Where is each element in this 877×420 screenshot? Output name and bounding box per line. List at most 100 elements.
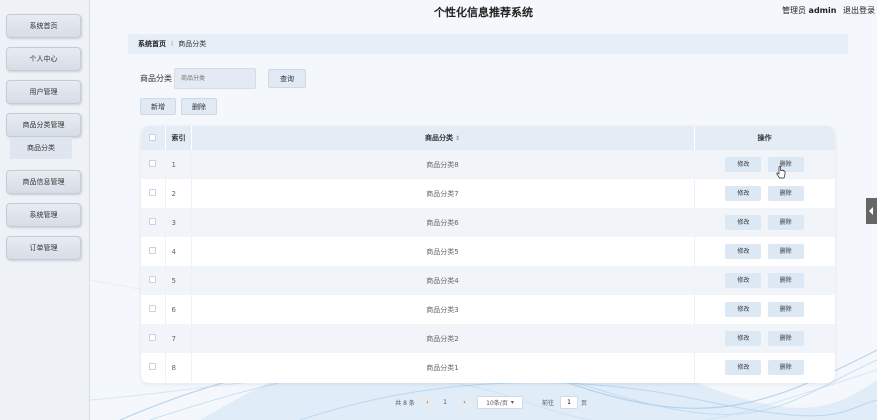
row-actions: 修改 删除 <box>694 295 835 324</box>
sidebar-item-category-management[interactable]: 商品分类管理 <box>6 113 81 137</box>
add-button[interactable]: 新增 <box>140 98 176 115</box>
edit-button[interactable]: 修改 <box>725 215 762 230</box>
chevron-left-icon: ‹ <box>426 399 429 406</box>
search-label: 商品分类 <box>140 74 172 83</box>
edit-button[interactable]: 修改 <box>725 157 762 172</box>
search-button[interactable]: 查询 <box>268 69 306 88</box>
row-actions: 修改 删除 <box>694 237 835 266</box>
row-index: 1 <box>165 150 192 179</box>
header-category-label: 商品分类 <box>424 134 453 142</box>
logout-link[interactable]: 退出登录 <box>843 6 875 15</box>
breadcrumb-separator-icon: ⁝ <box>171 40 174 48</box>
side-collapse-tab[interactable] <box>866 198 877 224</box>
checkbox[interactable] <box>149 218 157 225</box>
table-row: 7 商品分类2 修改 删除 <box>141 324 835 353</box>
page-size-select[interactable]: 10条/页 ▾ <box>477 396 523 409</box>
sidebar-item-label: 商品信息管理 <box>22 178 65 186</box>
delete-button[interactable]: 删除 <box>767 186 804 201</box>
sidebar-subitem-label: 商品分类 <box>27 144 55 152</box>
row-actions: 修改 删除 <box>694 266 835 295</box>
row-select[interactable] <box>141 150 166 179</box>
checkbox[interactable] <box>149 189 157 196</box>
batch-delete-button-label: 删除 <box>192 102 206 111</box>
row-select[interactable] <box>141 179 166 208</box>
row-actions: 修改 删除 <box>694 208 835 237</box>
row-index: 3 <box>165 208 192 237</box>
edit-button[interactable]: 修改 <box>725 302 762 317</box>
batch-delete-button[interactable]: 删除 <box>181 98 217 115</box>
row-category-name: 商品分类5 <box>191 237 695 266</box>
row-category-name: 商品分类3 <box>191 295 695 324</box>
row-select[interactable] <box>141 295 166 324</box>
sidebar-item-label: 个人中心 <box>29 55 58 63</box>
chevron-down-icon: ▾ <box>510 399 514 406</box>
sidebar: 系统首页 个人中心 用户管理 商品分类管理 商品分类 商品信息管理 系统管理 订… <box>0 0 90 420</box>
checkbox[interactable] <box>149 363 157 370</box>
row-category-name: 商品分类7 <box>191 179 695 208</box>
header-select-all[interactable] <box>141 126 166 150</box>
sidebar-item-home[interactable]: 系统首页 <box>6 14 81 38</box>
table-row: 3 商品分类6 修改 删除 <box>141 208 835 237</box>
row-select[interactable] <box>141 237 166 266</box>
delete-button[interactable]: 删除 <box>767 302 804 317</box>
table-row: 8 商品分类1 修改 删除 <box>141 353 835 382</box>
edit-button[interactable]: 修改 <box>725 273 762 288</box>
row-select[interactable] <box>141 266 166 295</box>
goto-page-input[interactable] <box>560 396 578 409</box>
row-select[interactable] <box>141 324 166 353</box>
sidebar-item-system[interactable]: 系统管理 <box>6 203 81 227</box>
row-actions: 修改 删除 <box>694 179 835 208</box>
edit-button[interactable]: 修改 <box>725 360 762 375</box>
table-row: 2 商品分类7 修改 删除 <box>141 179 835 208</box>
admin-label: 管理员 <box>782 6 806 15</box>
row-index: 5 <box>165 266 192 295</box>
sidebar-item-orders[interactable]: 订单管理 <box>6 236 81 260</box>
checkbox[interactable] <box>149 276 157 283</box>
table-row: 1 商品分类8 修改 删除 <box>141 150 835 179</box>
row-actions: 修改 删除 <box>694 150 835 179</box>
mouse-cursor-icon <box>776 166 786 179</box>
page-number-current[interactable]: 1 <box>436 396 454 409</box>
row-category-name: 商品分类2 <box>191 324 695 353</box>
category-table: 索引 商品分类 ⇕ 操作 1 商品分类8 修改 删除 2 商品分类7 修改 删除 … <box>141 126 835 383</box>
edit-button[interactable]: 修改 <box>725 331 762 346</box>
row-select[interactable] <box>141 208 166 237</box>
delete-button[interactable]: 删除 <box>767 331 804 346</box>
sidebar-item-profile[interactable]: 个人中心 <box>6 47 81 71</box>
sort-icon[interactable]: ⇕ <box>455 135 460 142</box>
chevron-right-icon: › <box>463 399 466 406</box>
header-index: 索引 <box>165 126 192 150</box>
delete-button[interactable]: 删除 <box>767 273 804 288</box>
sidebar-item-users[interactable]: 用户管理 <box>6 80 81 104</box>
checkbox[interactable] <box>149 334 157 341</box>
checkbox[interactable] <box>149 305 157 312</box>
header-category[interactable]: 商品分类 ⇕ <box>191 126 695 150</box>
search-input[interactable] <box>174 68 256 89</box>
pagination-total: 共 8 条 <box>395 400 415 407</box>
add-button-label: 新增 <box>151 102 165 111</box>
sidebar-item-product-info[interactable]: 商品信息管理 <box>6 170 81 194</box>
edit-button[interactable]: 修改 <box>725 186 762 201</box>
delete-button[interactable]: 删除 <box>767 244 804 259</box>
page-size-value: 10条/页 <box>486 400 508 407</box>
row-category-name: 商品分类1 <box>191 353 695 382</box>
delete-button[interactable]: 删除 <box>767 215 804 230</box>
delete-button[interactable]: 删除 <box>767 360 804 375</box>
row-category-name: 商品分类8 <box>191 150 695 179</box>
sidebar-subitem-category[interactable]: 商品分类 <box>10 137 72 159</box>
row-actions: 修改 删除 <box>694 353 835 382</box>
prev-page-button[interactable]: ‹ <box>421 396 434 409</box>
checkbox[interactable] <box>149 160 157 167</box>
row-index: 2 <box>165 179 192 208</box>
admin-name: admin <box>808 6 837 15</box>
sidebar-item-label: 系统管理 <box>29 211 58 219</box>
next-page-button[interactable]: › <box>458 396 471 409</box>
checkbox[interactable] <box>149 133 157 141</box>
row-select[interactable] <box>141 353 166 382</box>
table-row: 5 商品分类4 修改 删除 <box>141 266 835 295</box>
row-index: 4 <box>165 237 192 266</box>
checkbox[interactable] <box>149 247 157 254</box>
breadcrumb-home[interactable]: 系统首页 <box>138 39 166 49</box>
edit-button[interactable]: 修改 <box>725 244 762 259</box>
page-title: 个性化信息推荐系统 <box>434 6 533 19</box>
